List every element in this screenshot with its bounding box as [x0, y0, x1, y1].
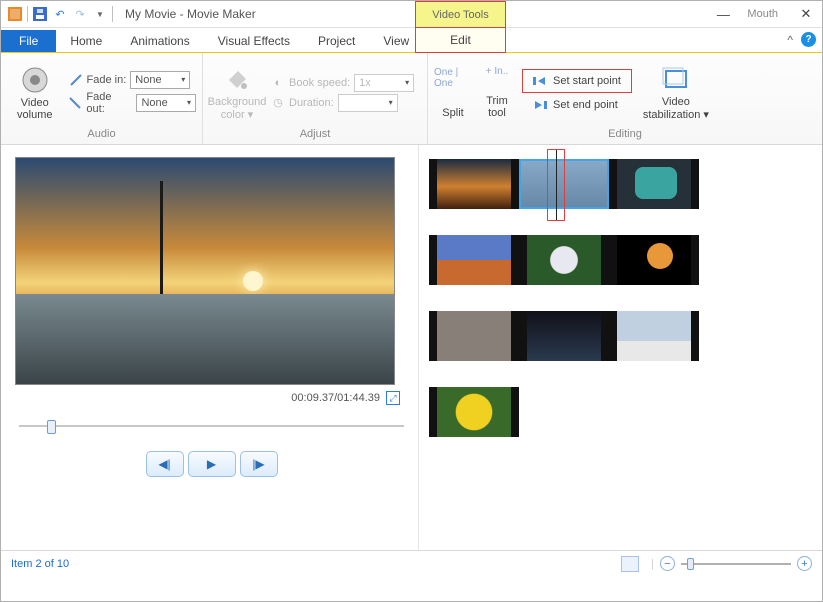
close-button[interactable]: ✕ — [796, 5, 816, 23]
preview-pane: 00:09.37/01:44.39 ⤢ ◀| ▶ |▶ — [1, 145, 419, 550]
video-volume-button[interactable]: Video volume — [7, 65, 63, 121]
redo-icon[interactable]: ↷ — [72, 6, 88, 22]
fade-out-icon — [69, 96, 83, 110]
clip-8[interactable] — [519, 311, 609, 361]
duration-select[interactable] — [338, 94, 398, 112]
prev-frame-button[interactable]: ◀| — [146, 451, 184, 477]
minimize-button[interactable]: — — [713, 5, 733, 23]
end-point-icon — [533, 99, 547, 111]
qat-dropdown-icon[interactable]: ▼ — [92, 6, 108, 22]
fade-in-icon — [69, 73, 83, 87]
zoom-in-button[interactable]: + — [797, 556, 812, 571]
seek-bar[interactable] — [19, 419, 404, 433]
view-toggle-button[interactable] — [621, 556, 639, 572]
group-label-editing: Editing — [434, 128, 816, 142]
paint-bucket-icon — [222, 64, 252, 94]
fade-out-row: Fade out: None — [69, 91, 196, 115]
zoom-slider[interactable] — [681, 563, 791, 565]
split-button[interactable]: One | One Split — [434, 67, 472, 119]
fullscreen-icon[interactable]: ⤢ — [386, 391, 400, 405]
set-end-point-button[interactable]: Set end point — [522, 93, 632, 117]
tab-animations[interactable]: Animations — [116, 30, 203, 52]
seek-thumb[interactable] — [47, 420, 56, 434]
clip-10[interactable] — [429, 387, 519, 437]
clip-2-selected[interactable] — [519, 159, 609, 209]
window-title: My Movie - Movie Maker — [125, 7, 256, 21]
title-bar: ↶ ↷ ▼ My Movie - Movie Maker Video Tools… — [1, 1, 822, 28]
tab-visual-effects[interactable]: Visual Effects — [204, 30, 304, 52]
fade-in-select[interactable]: None — [130, 71, 190, 89]
mouth-label: Mouth — [747, 8, 778, 20]
stabilization-icon — [661, 64, 691, 94]
set-start-point-button[interactable]: Set start point — [522, 69, 632, 93]
trim-tool-button[interactable]: + In.. Trim tool — [478, 66, 516, 119]
fade-in-row: Fade in: None — [69, 71, 196, 89]
book-speed-row: ◐ Book speed: 1x — [271, 74, 414, 92]
quick-access-toolbar: ↶ ↷ ▼ — [1, 6, 119, 22]
clip-9[interactable] — [609, 311, 699, 361]
clip-6[interactable] — [609, 235, 699, 285]
background-color-button[interactable]: Background color ▾ — [209, 64, 265, 121]
speaker-icon — [20, 65, 50, 95]
group-label-adjust: Adjust — [209, 128, 421, 142]
tab-home[interactable]: Home — [56, 30, 116, 52]
speed-icon: ◐ — [271, 76, 285, 90]
duration-row: ◷ Duration: — [271, 94, 414, 112]
ribbon-tabs: File Home Animations Visual Effects Proj… — [1, 28, 822, 53]
tab-file[interactable]: File — [1, 30, 56, 52]
clock-icon: ◷ — [271, 96, 285, 110]
tab-edit[interactable]: Edit — [415, 28, 506, 53]
timecode: 00:09.37/01:44.39 — [291, 392, 380, 404]
status-item-count: Item 2 of 10 — [11, 558, 69, 570]
clip-5[interactable] — [519, 235, 609, 285]
context-tab-video-tools: Video Tools — [415, 1, 506, 28]
tab-project[interactable]: Project — [304, 30, 369, 52]
ribbon: Video volume Fade in: None Fade out: Non… — [1, 53, 822, 145]
play-button[interactable]: ▶ — [188, 451, 236, 477]
clip-4[interactable] — [429, 235, 519, 285]
book-speed-select[interactable]: 1x — [354, 74, 414, 92]
collapse-ribbon-icon[interactable]: ^ — [787, 33, 793, 47]
next-frame-button[interactable]: |▶ — [240, 451, 278, 477]
playback-controls: ◀| ▶ |▶ — [15, 451, 408, 477]
main-area: 00:09.37/01:44.39 ⤢ ◀| ▶ |▶ — [1, 145, 822, 550]
preview-video[interactable] — [15, 157, 395, 385]
help-icon[interactable]: ? — [801, 32, 816, 47]
start-point-icon — [533, 75, 547, 87]
clip-3[interactable] — [609, 159, 699, 209]
app-icon — [7, 6, 23, 22]
zoom-out-button[interactable]: − — [660, 556, 675, 571]
save-icon[interactable] — [32, 6, 48, 22]
timeline-pane[interactable] — [419, 145, 822, 550]
group-label-audio: Audio — [7, 128, 196, 142]
undo-icon[interactable]: ↶ — [52, 6, 68, 22]
video-stabilization-button[interactable]: Video stabilization ▾ — [638, 64, 714, 121]
fade-out-select[interactable]: None — [136, 94, 196, 112]
zoom-controls: | − + — [621, 556, 812, 572]
status-bar: Item 2 of 10 | − + — [1, 550, 822, 576]
clip-1[interactable] — [429, 159, 519, 209]
clip-7[interactable] — [429, 311, 519, 361]
